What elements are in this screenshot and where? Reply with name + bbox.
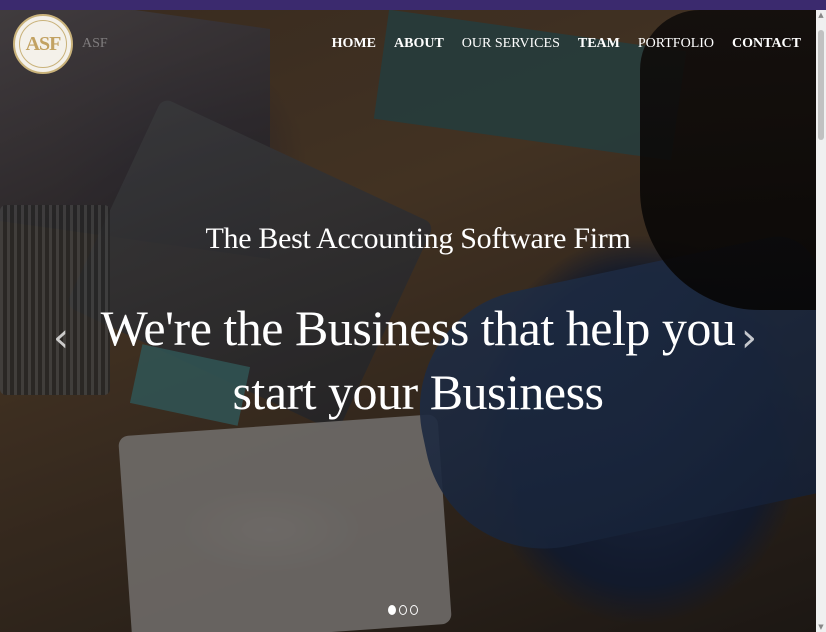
carousel-next-icon[interactable]: ›: [741, 318, 757, 358]
site-logo[interactable]: ASF: [13, 14, 73, 74]
top-accent-bar: [0, 0, 826, 10]
scrollbar-thumb[interactable]: [818, 30, 824, 140]
carousel-dot-2[interactable]: [399, 605, 407, 615]
logo-side-text: ASF: [82, 36, 108, 51]
page-scrollbar[interactable]: ▲ ▼: [816, 10, 826, 632]
scroll-down-icon[interactable]: ▼: [816, 622, 826, 632]
nav-our-services[interactable]: OUR SERVICES: [462, 36, 560, 52]
nav-team[interactable]: TEAM: [578, 36, 620, 52]
logo-seal-ring: ASF: [19, 20, 67, 68]
hero-subtitle: The Best Accounting Software Firm: [205, 222, 631, 255]
nav-contact[interactable]: CONTACT: [732, 36, 801, 52]
nav-portfolio[interactable]: PORTFOLIO: [638, 36, 714, 52]
main-nav: HOME ABOUT OUR SERVICES TEAM PORTFOLIO C…: [314, 36, 801, 52]
carousel-dot-1[interactable]: [388, 605, 396, 615]
carousel-prev-icon[interactable]: ‹: [53, 318, 69, 358]
logo-text: ASF: [25, 32, 62, 55]
hero-headline: We're the Business that help you start y…: [100, 300, 736, 420]
carousel-indicators: [388, 605, 418, 615]
nav-about[interactable]: ABOUT: [394, 36, 444, 52]
carousel-dot-3[interactable]: [410, 605, 418, 615]
scroll-up-icon[interactable]: ▲: [816, 10, 826, 20]
nav-home[interactable]: HOME: [332, 36, 376, 52]
